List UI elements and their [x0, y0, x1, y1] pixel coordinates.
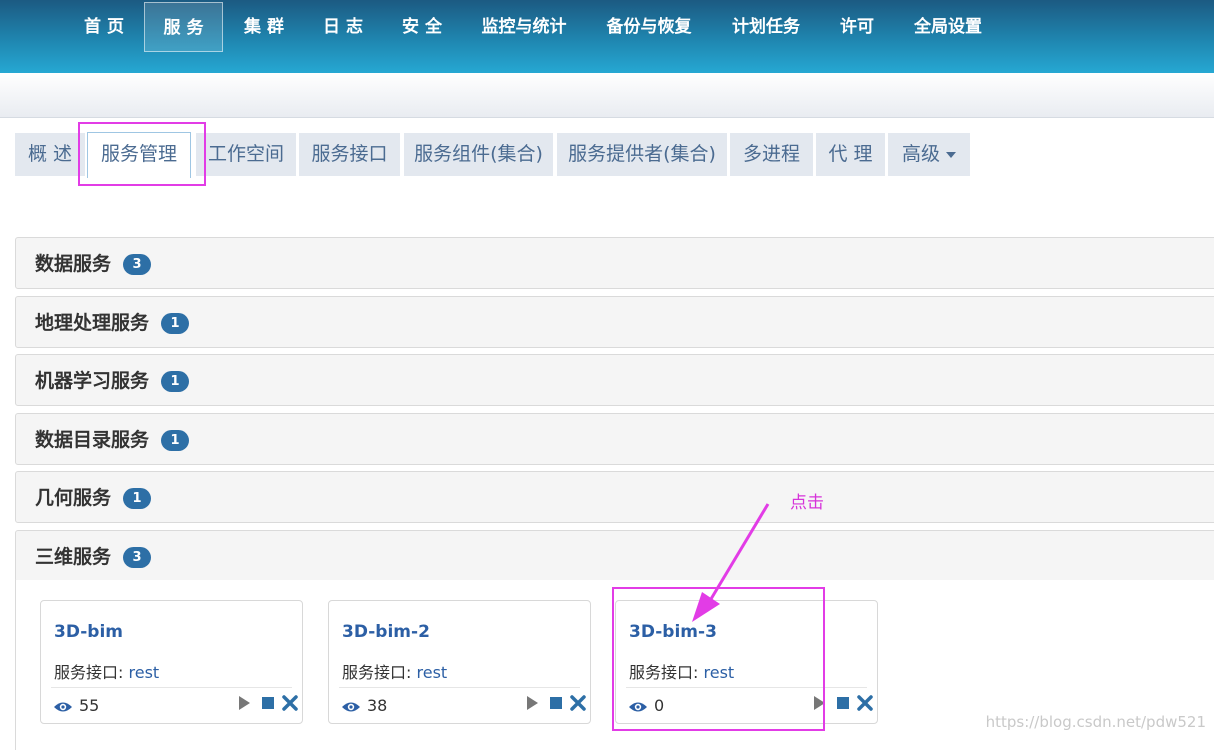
play-icon[interactable]: [523, 694, 541, 712]
annotation-click-label: 点击: [790, 488, 824, 513]
category-title: 机器学习服务1: [35, 366, 189, 393]
service-name-link[interactable]: 3D-bim-2: [342, 622, 430, 642]
count-badge: 3: [123, 254, 151, 275]
count-badge: 1: [161, 371, 189, 392]
category-panel-geoprocessing-services[interactable]: 地理处理服务1: [15, 296, 1214, 348]
category-title: 三维服务3: [35, 542, 151, 569]
category-panel-data-services[interactable]: 数据服务3: [15, 237, 1214, 289]
nav-item-scheduled-tasks[interactable]: 计划任务: [725, 2, 807, 52]
top-navbar: 首 页 服 务 集 群 日 志 安 全 监控与统计 备份与恢复 计划任务 许可 …: [0, 0, 1214, 73]
category-title: 数据服务3: [35, 249, 151, 276]
nav-item-cluster[interactable]: 集 群: [238, 2, 290, 52]
service-interface: 服务接口: rest: [54, 659, 159, 683]
highlight-box-service-management: [78, 122, 206, 186]
nav-item-backup[interactable]: 备份与恢复: [600, 2, 698, 52]
nav-item-global-settings[interactable]: 全局设置: [907, 2, 989, 52]
tab-service-interface[interactable]: 服务接口: [299, 133, 400, 176]
category-title: 几何服务1: [35, 483, 151, 510]
nav-item-monitoring[interactable]: 监控与统计: [475, 2, 573, 52]
play-icon[interactable]: [235, 694, 253, 712]
service-card: 3D-bim-2 服务接口: rest 38: [328, 600, 591, 724]
interface-link[interactable]: rest: [129, 663, 160, 682]
category-title: 地理处理服务1: [35, 308, 189, 335]
count-badge: 1: [161, 430, 189, 451]
view-count: 38: [341, 696, 387, 715]
nav-item-logs[interactable]: 日 志: [317, 2, 369, 52]
tab-service-providers[interactable]: 服务提供者(集合): [557, 133, 727, 176]
card-divider: [51, 687, 292, 688]
caret-down-icon: [946, 152, 956, 158]
nav-item-services[interactable]: 服 务: [144, 2, 223, 52]
category-panel-geometry-services[interactable]: 几何服务1: [15, 471, 1214, 523]
close-icon[interactable]: [856, 694, 874, 712]
nav-item-home[interactable]: 首 页: [78, 2, 130, 52]
tab-proxy[interactable]: 代 理: [816, 133, 885, 176]
view-count: 55: [53, 696, 99, 715]
tab-multi-process[interactable]: 多进程: [730, 133, 813, 176]
eye-icon: [341, 700, 361, 714]
category-title: 数据目录服务1: [35, 425, 189, 452]
tab-overview[interactable]: 概 述: [15, 133, 85, 176]
category-panel-machine-learning-services[interactable]: 机器学习服务1: [15, 354, 1214, 406]
nav-item-license[interactable]: 许可: [833, 2, 881, 52]
tab-workspace[interactable]: 工作空间: [196, 133, 296, 176]
close-icon[interactable]: [569, 694, 587, 712]
interface-link[interactable]: rest: [417, 663, 448, 682]
count-badge: 1: [161, 313, 189, 334]
close-icon[interactable]: [281, 694, 299, 712]
watermark: https://blog.csdn.net/pdw521: [986, 713, 1206, 731]
count-badge: 3: [123, 547, 151, 568]
stop-icon[interactable]: [547, 694, 565, 712]
service-interface: 服务接口: rest: [342, 659, 447, 683]
category-panel-data-catalog-services[interactable]: 数据目录服务1: [15, 413, 1214, 465]
tab-advanced-label: 高级: [902, 143, 940, 165]
service-card: 3D-bim 服务接口: rest 55: [40, 600, 303, 724]
stop-icon[interactable]: [259, 694, 277, 712]
breadcrumb-bar: [0, 73, 1214, 118]
tab-service-components[interactable]: 服务组件(集合): [404, 133, 553, 176]
category-panel-3d-services[interactable]: 三维服务3: [15, 530, 1214, 582]
tab-advanced-dropdown[interactable]: 高级: [888, 133, 970, 176]
stop-icon[interactable]: [834, 694, 852, 712]
eye-icon: [53, 700, 73, 714]
card-divider: [339, 687, 580, 688]
service-name-link[interactable]: 3D-bim: [54, 622, 123, 642]
nav-item-security[interactable]: 安 全: [396, 2, 448, 52]
count-badge: 1: [123, 488, 151, 509]
annotation-arrow-icon: [680, 500, 780, 625]
